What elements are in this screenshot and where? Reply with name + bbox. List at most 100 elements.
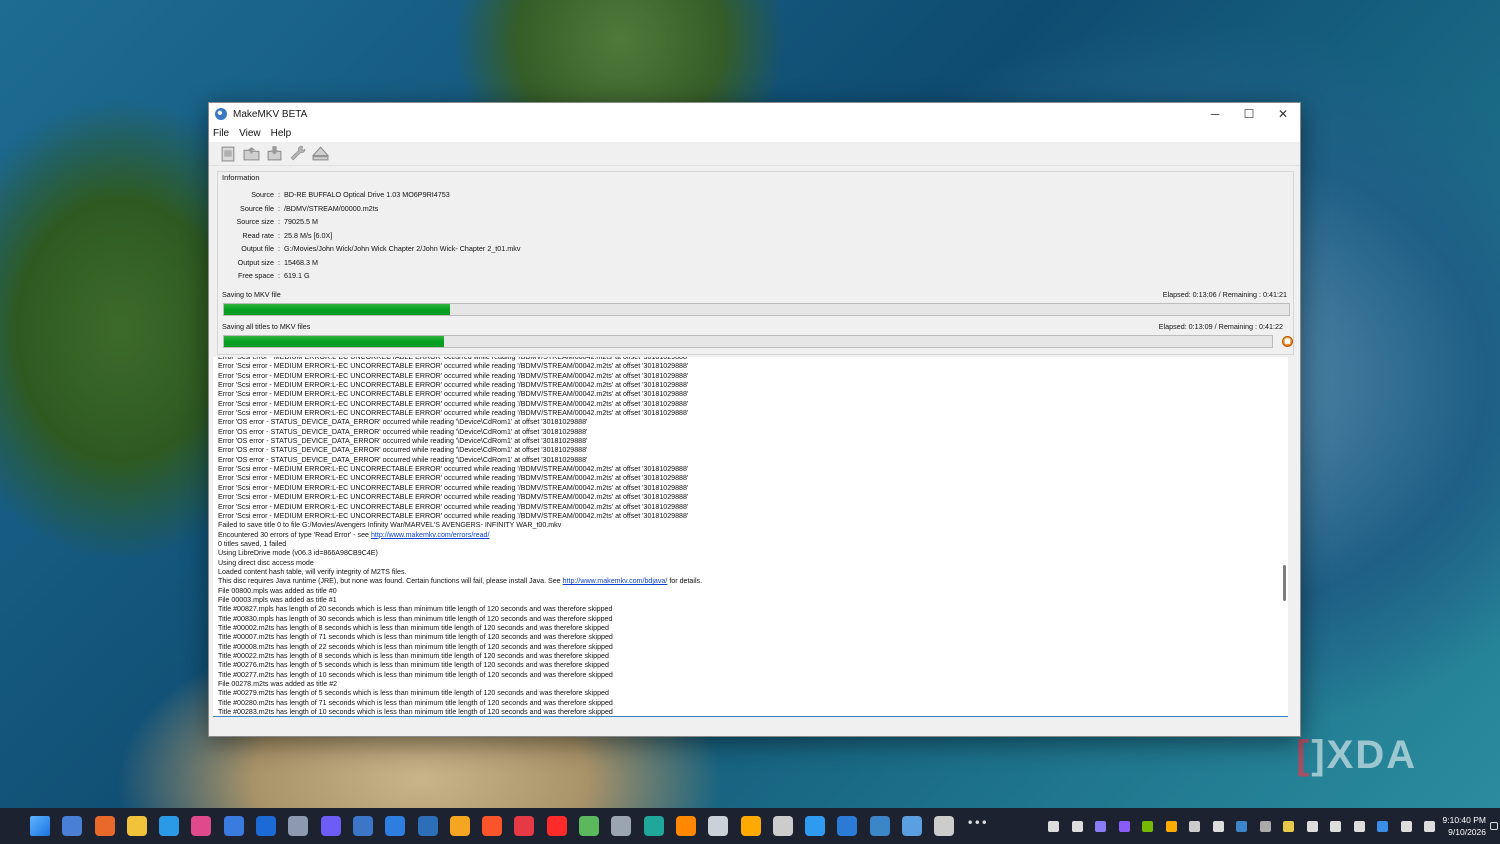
bluetooth-icon[interactable] <box>1377 820 1388 832</box>
taskbar-apps: ••• <box>0 816 999 836</box>
app-tray-icon[interactable] <box>1259 820 1271 832</box>
menu-help[interactable]: Help <box>271 128 292 139</box>
xda-watermark: []XDA <box>1296 733 1418 777</box>
app-tray-icon[interactable] <box>1236 820 1247 832</box>
brave-icon[interactable] <box>482 816 503 836</box>
info-label: Source file <box>240 203 274 213</box>
vlc-icon[interactable] <box>675 816 696 836</box>
app-icon[interactable] <box>869 816 890 836</box>
slack-icon[interactable] <box>191 816 212 836</box>
log-link[interactable]: http://www.makemkv.com/bdjava/ <box>563 577 668 585</box>
log-lines: Error 'Scsi error - MEDIUM ERROR:L-EC UN… <box>218 357 1278 716</box>
clock-time: 9:10:40 PM <box>1442 815 1486 825</box>
menu-file[interactable]: File <box>213 128 229 139</box>
open-files-icon[interactable] <box>242 144 261 163</box>
more-icon[interactable]: ••• <box>967 816 988 836</box>
proton-icon[interactable] <box>1095 820 1106 832</box>
nvidia-icon[interactable] <box>1142 820 1153 832</box>
display-icon[interactable] <box>1306 820 1318 832</box>
info-row: Source file: /BDMV/STREAM/00000.m2ts <box>218 202 520 216</box>
log-link[interactable]: http://www.makemkv.com/errors/read/ <box>371 531 490 539</box>
menu-view[interactable]: View <box>239 128 261 139</box>
app-icon[interactable] <box>708 816 729 836</box>
start-icon[interactable] <box>30 816 50 836</box>
log-line: Error 'OS error - STATUS_DEVICE_DATA_ERR… <box>218 418 588 427</box>
app-icon[interactable] <box>772 816 793 836</box>
progress-fill-all <box>224 336 445 347</box>
youtube-icon[interactable] <box>546 816 567 836</box>
log-line: Encountered 30 errors of type 'Read Erro… <box>218 530 490 539</box>
app-icon[interactable] <box>837 816 858 836</box>
notepad-icon[interactable] <box>385 816 406 836</box>
calculator-icon[interactable] <box>352 816 373 836</box>
log-line: Error 'Scsi error - MEDIUM ERROR:L-EC UN… <box>218 371 689 380</box>
info-row: Output size:15468.3 M <box>218 256 520 270</box>
edge-icon[interactable] <box>159 816 180 836</box>
app-icon[interactable] <box>805 816 826 836</box>
app-icon[interactable] <box>611 816 632 836</box>
information-heading: Information <box>222 173 260 182</box>
minimize-button[interactable]: ─ <box>1198 103 1232 125</box>
app-tray-icon[interactable] <box>1212 820 1224 832</box>
system-tray <box>1048 808 1448 844</box>
store-icon[interactable] <box>223 816 244 836</box>
outlook-icon[interactable] <box>256 816 277 836</box>
log-line: This disc requires Java runtime (JRE), b… <box>218 577 703 586</box>
menu-bar: File View Help <box>209 125 1300 142</box>
app-tray-icon[interactable] <box>1283 820 1294 832</box>
notification-icon[interactable] <box>1490 822 1498 830</box>
progress-label-file: Saving to MKV file <box>222 290 281 299</box>
info-row: Output file: G:/Movies/John Wick/John Wic… <box>218 242 520 256</box>
log-line: Error 'OS error - STATUS_DEVICE_DATA_ERR… <box>218 427 588 436</box>
app-tray-icon[interactable] <box>1189 820 1200 832</box>
log-line: Error 'Scsi error - MEDIUM ERROR:L-EC UN… <box>218 465 689 474</box>
app-icon[interactable] <box>514 816 535 836</box>
network-icon[interactable] <box>1400 820 1412 832</box>
makemkv-window: MakeMKV BETA ─ ☐ ✕ File View Help Inform… <box>208 102 1301 737</box>
information-rows: Source: BD-RE BUFFALO Optical Drive 1.03 … <box>218 188 520 283</box>
widgets-icon[interactable] <box>62 816 83 836</box>
usb-icon[interactable] <box>1353 820 1365 832</box>
app-icon[interactable] <box>449 816 470 836</box>
progress-bar-all <box>223 335 1273 348</box>
chevron-up-icon[interactable] <box>1048 820 1059 832</box>
backup-icon[interactable] <box>265 144 284 163</box>
firefox-icon[interactable] <box>94 816 115 836</box>
log-line: Failed to save title 0 to file G:/Movies… <box>218 521 562 530</box>
title-bar[interactable]: MakeMKV BETA ─ ☐ ✕ <box>209 103 1300 125</box>
log-line: Error 'OS error - STATUS_DEVICE_DATA_ERR… <box>218 446 588 455</box>
clock-date: 9/10/2026 <box>1448 827 1486 837</box>
eject-icon[interactable] <box>311 144 330 163</box>
search-tray-icon[interactable] <box>1165 820 1177 832</box>
terminal-icon[interactable] <box>417 816 438 836</box>
close-button[interactable]: ✕ <box>1266 103 1300 125</box>
makemkv-icon[interactable] <box>902 816 923 836</box>
log-area[interactable]: Error 'Scsi error - MEDIUM ERROR:L-EC UN… <box>213 357 1288 717</box>
volume-icon[interactable] <box>1424 820 1435 832</box>
stop-icon[interactable]: ■ <box>1282 336 1293 347</box>
info-separator: : <box>278 217 280 227</box>
log-line: Error 'Scsi error - MEDIUM ERROR:L-EC UN… <box>218 493 689 502</box>
log-line: Title #00830.mpls has length of 30 secon… <box>218 614 613 623</box>
info-separator: : <box>278 257 280 267</box>
log-line: Using LibreDrive mode (v06.3 id=866A98CB… <box>218 549 378 558</box>
log-scrollbar[interactable] <box>1283 565 1286 601</box>
search-app-icon[interactable] <box>740 816 761 836</box>
app-tray-icon[interactable] <box>1330 820 1341 832</box>
file-explorer-icon[interactable] <box>126 816 147 836</box>
app-icon[interactable] <box>579 816 600 836</box>
messenger-icon[interactable] <box>320 816 341 836</box>
info-separator: : <box>278 244 280 254</box>
open-disc-icon[interactable] <box>219 144 238 163</box>
app-icon[interactable] <box>934 816 955 836</box>
log-line: Title #00827.mpls has length of 20 secon… <box>218 605 613 614</box>
app-icon[interactable] <box>643 816 664 836</box>
log-line: Error 'Scsi error - MEDIUM ERROR:L-EC UN… <box>218 362 689 371</box>
settings-tray-icon[interactable] <box>1071 820 1083 832</box>
preferences-icon[interactable] <box>288 144 307 163</box>
info-value: 619.1 G <box>284 271 310 281</box>
maximize-button[interactable]: ☐ <box>1232 103 1266 125</box>
clock[interactable]: 9:10:40 PM 9/10/2026 <box>1443 814 1486 838</box>
app-tray-icon[interactable] <box>1118 820 1130 832</box>
settings-icon[interactable] <box>288 816 309 836</box>
